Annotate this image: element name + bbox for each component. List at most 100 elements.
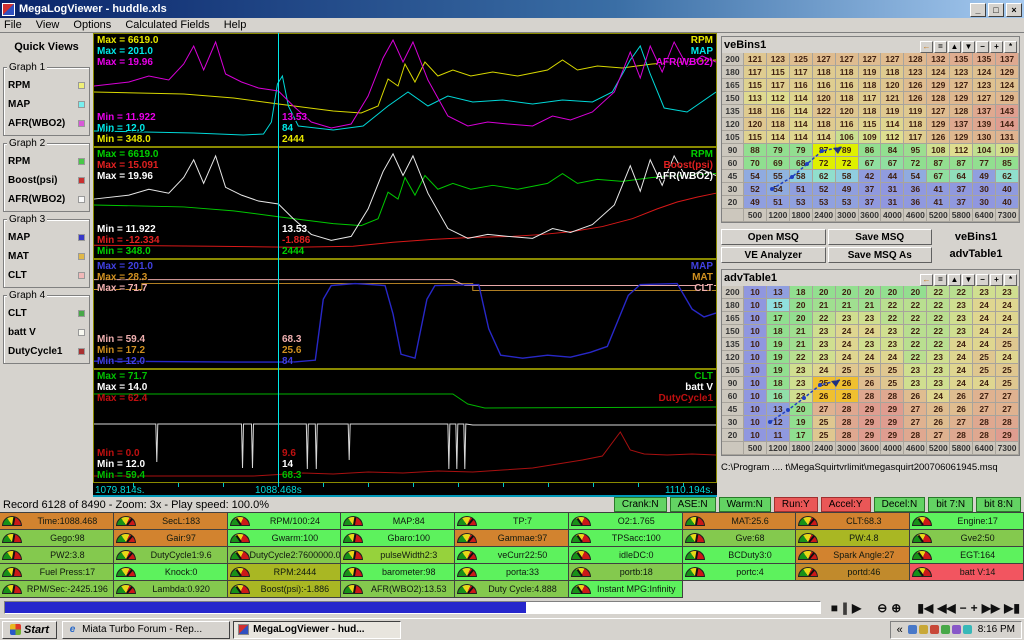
table-cell[interactable]: 28 (973, 429, 997, 442)
table-cell[interactable]: 123 (973, 79, 997, 92)
table-cell[interactable]: 117 (789, 66, 813, 79)
gauge-lambda[interactable]: Lambda:0.920 (113, 581, 228, 598)
table-cell[interactable]: 22 (927, 312, 951, 325)
table-cell[interactable]: 28 (835, 390, 859, 403)
table-cell[interactable]: 23 (858, 338, 882, 351)
gauge-gve[interactable]: Gve:68 (682, 530, 797, 547)
tray-icon[interactable] (929, 624, 939, 634)
table-cell[interactable]: 21 (835, 299, 859, 312)
table-cell[interactable]: 36 (904, 183, 928, 196)
table-cell[interactable]: 52 (744, 183, 767, 196)
graph-2[interactable]: Max = 6619.0 Max = 15.091 Max = 19.96 Min =… (93, 147, 717, 259)
table-cell[interactable]: 128 (950, 105, 974, 118)
table-cell[interactable]: 129 (927, 118, 951, 131)
minus-icon[interactable]: − (976, 41, 989, 53)
table-cell[interactable]: 115 (744, 79, 767, 92)
table-cell[interactable]: 25 (858, 364, 882, 377)
table-cell[interactable]: 21 (789, 325, 813, 338)
table-cell[interactable]: 24 (996, 312, 1019, 325)
table-cell[interactable]: 15 (766, 299, 790, 312)
table-cell[interactable]: 10 (744, 364, 767, 377)
table-cell[interactable]: 13 (766, 403, 790, 416)
gauge-gego[interactable]: Gego:98 (0, 530, 114, 547)
gauge-portd[interactable]: portd:46 (796, 564, 911, 581)
table-cell[interactable]: 28 (858, 390, 882, 403)
gauge-o2[interactable]: O2:1.765 (568, 513, 683, 530)
table-cell[interactable]: 27 (904, 403, 928, 416)
table-cell[interactable]: 27 (996, 390, 1019, 403)
graph-area[interactable]: Max = 6619.0 Max = 201.0 Max = 19.96 Min = … (93, 33, 717, 497)
table-cell[interactable]: 114 (766, 131, 790, 144)
table-cell[interactable]: 127 (927, 105, 951, 118)
table-cell[interactable]: 24 (927, 390, 951, 403)
table-cell[interactable]: 69 (766, 157, 790, 170)
table-cell[interactable]: 23 (973, 286, 997, 299)
table-cell[interactable]: 23 (927, 364, 951, 377)
table-cell[interactable]: 24 (835, 338, 859, 351)
table-cell[interactable]: 29 (881, 403, 905, 416)
table-cell[interactable]: 23 (789, 364, 813, 377)
table-cell[interactable]: 120 (744, 118, 767, 131)
decrease-icon[interactable]: ▼ (962, 274, 975, 286)
table-cell[interactable]: 24 (858, 351, 882, 364)
table-cell[interactable]: 87 (927, 157, 951, 170)
table-cell[interactable]: 116 (789, 79, 813, 92)
table-cell[interactable]: 120 (881, 79, 905, 92)
table-cell[interactable]: 23 (950, 325, 974, 338)
table-cell[interactable]: 24 (996, 299, 1019, 312)
table-cell[interactable]: 26 (812, 390, 836, 403)
table-cell[interactable]: 28 (973, 416, 997, 429)
table-cell[interactable]: 124 (996, 79, 1019, 92)
table-cell[interactable]: 44 (881, 170, 905, 183)
gauge-vecurr22[interactable]: veCurr22:50 (455, 547, 569, 564)
table-cell[interactable]: 37 (950, 196, 974, 209)
table-cell[interactable]: 10 (744, 390, 767, 403)
table-cell[interactable]: 31 (881, 183, 905, 196)
table-cell[interactable]: 25 (996, 364, 1019, 377)
table-cell[interactable]: 52 (812, 183, 836, 196)
table-cell[interactable]: 10 (744, 325, 767, 338)
table-cell[interactable]: 114 (789, 92, 813, 105)
menu-help[interactable]: Help (224, 19, 247, 31)
table-cell[interactable]: 20 (858, 286, 882, 299)
table-cell[interactable]: 25 (881, 377, 905, 390)
table-cell[interactable]: 137 (973, 105, 997, 118)
table-cell[interactable]: 29 (996, 429, 1019, 442)
table-cell[interactable]: 125 (789, 53, 813, 66)
table-cell[interactable]: 54 (766, 183, 790, 196)
table-cell[interactable]: 135 (950, 53, 974, 66)
table-cell[interactable]: 24 (835, 351, 859, 364)
table-cell[interactable]: 24 (950, 377, 974, 390)
table-cell[interactable]: 72 (812, 157, 836, 170)
table-cell[interactable]: 25 (812, 416, 836, 429)
table-cell[interactable]: 29 (858, 429, 882, 442)
table-cell[interactable]: 23 (812, 325, 836, 338)
table-cell[interactable]: 64 (950, 170, 974, 183)
increase-icon[interactable]: ▲ (948, 274, 961, 286)
table-cell[interactable]: 40 (996, 196, 1019, 209)
table-cell[interactable]: 10 (744, 351, 767, 364)
tray-icon[interactable] (951, 624, 961, 634)
table-cell[interactable]: 24 (973, 338, 997, 351)
gauge-knock[interactable]: Knock:0 (113, 564, 228, 581)
table-cell[interactable]: 27 (904, 416, 928, 429)
table-cell[interactable]: 23 (789, 377, 813, 390)
quickview-dutycycle1[interactable]: DutyCycle1 (7, 342, 86, 361)
table-cell[interactable]: 19 (789, 416, 813, 429)
table-cell[interactable]: 117 (858, 92, 882, 105)
table-cell[interactable]: 139 (973, 118, 997, 131)
table-cell[interactable]: 23 (904, 377, 928, 390)
table-cell[interactable]: 117 (766, 79, 790, 92)
gauge-bcduty3[interactable]: BCDuty3:0 (682, 547, 797, 564)
tray-icon[interactable] (907, 624, 917, 634)
table-cell[interactable]: 121 (881, 92, 905, 105)
gauge-duty-cycle[interactable]: Duty Cycle:4.888 (455, 581, 569, 598)
gauge-instant-mpg[interactable]: Instant MPG:Infinity (568, 581, 683, 598)
table-cell[interactable]: 119 (858, 66, 882, 79)
table-cell[interactable]: 24 (858, 325, 882, 338)
table-cell[interactable]: 135 (973, 53, 997, 66)
table-cell[interactable]: 20 (812, 286, 836, 299)
table-cell[interactable]: 67 (881, 157, 905, 170)
table-cell[interactable]: 126 (904, 92, 928, 105)
table-cell[interactable]: 20 (789, 312, 813, 325)
